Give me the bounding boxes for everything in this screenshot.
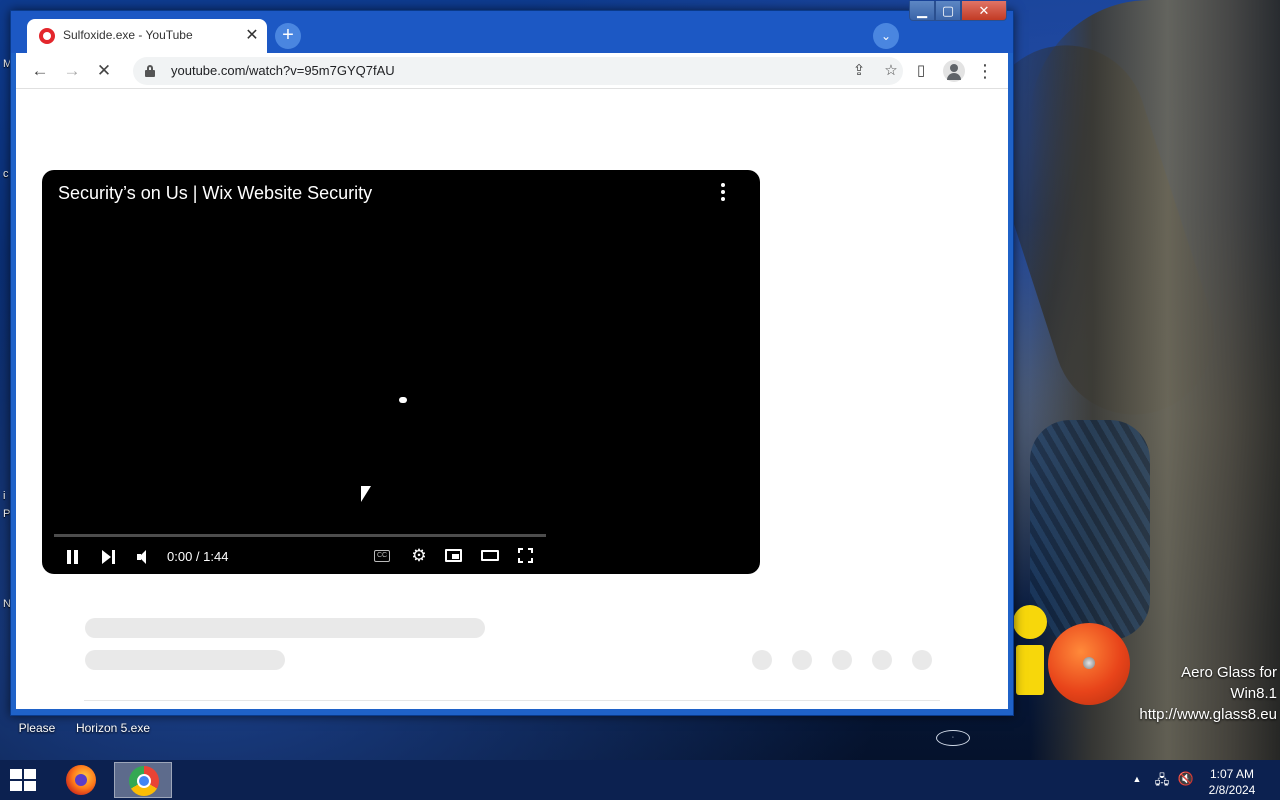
aero-glass-logo bbox=[1013, 605, 1133, 715]
back-button[interactable]: ← bbox=[28, 59, 52, 83]
action-placeholder bbox=[792, 650, 812, 670]
start-button[interactable] bbox=[10, 769, 38, 793]
browser-window: Sulfoxide.exe - YouTube ✕ + ⌄ ▁ ▢ ✕ ← → … bbox=[10, 1, 1014, 716]
theater-mode-icon[interactable] bbox=[481, 550, 499, 561]
minimize-button[interactable]: ▁ bbox=[909, 1, 935, 21]
more-options-icon[interactable] bbox=[712, 182, 734, 204]
address-bar[interactable]: youtube.com/watch?v=95m7GYQ7fAU ⇪ ☆ bbox=[133, 57, 903, 85]
clock-date: 2/8/2024 bbox=[1208, 783, 1256, 797]
stop-loading-button[interactable]: ✕ bbox=[92, 59, 116, 83]
content-divider bbox=[84, 700, 940, 701]
channel-placeholder bbox=[85, 650, 285, 670]
system-clock[interactable]: 1:07 AM 2/8/2024 bbox=[1196, 766, 1268, 798]
network-icon[interactable]: 🖧 bbox=[1153, 771, 1171, 793]
title-placeholder bbox=[85, 618, 485, 638]
desktop-icon-please[interactable]: Please bbox=[8, 721, 66, 735]
youtube-icon bbox=[39, 28, 55, 44]
close-window-button[interactable]: ✕ bbox=[961, 1, 1007, 21]
tab-youtube[interactable]: Sulfoxide.exe - YouTube ✕ bbox=[27, 19, 267, 53]
desktop-icon-label: Horizon 5.exe bbox=[75, 721, 151, 735]
show-hidden-icons-icon[interactable]: ▲ bbox=[1128, 774, 1146, 784]
miniplayer-icon[interactable] bbox=[445, 549, 462, 562]
bluesky-logo: ◦ bbox=[936, 730, 970, 746]
taskbar-firefox[interactable] bbox=[52, 762, 110, 798]
time-display: 0:00 / 1:44 bbox=[167, 549, 229, 564]
tab-strip: Sulfoxide.exe - YouTube ✕ + ⌄ ▁ ▢ ✕ bbox=[11, 1, 1013, 53]
tab-title: Sulfoxide.exe - YouTube bbox=[63, 28, 193, 42]
url-text[interactable]: youtube.com/watch?v=95m7GYQ7fAU bbox=[171, 63, 395, 78]
watermark-line: Aero Glass for Win8.1 bbox=[1181, 664, 1277, 702]
share-icon[interactable]: ⇪ bbox=[848, 60, 870, 82]
progress-bar[interactable] bbox=[54, 534, 546, 537]
pause-icon[interactable] bbox=[66, 550, 80, 564]
desktop-icon-label-fragment: i bbox=[3, 490, 6, 502]
chrome-icon bbox=[129, 766, 159, 796]
desktop-icon-horizon[interactable]: Horizon 5.exe bbox=[70, 721, 156, 735]
aero-glass-watermark: Aero Glass for Win8.1 http://www.glass8.… bbox=[1131, 662, 1277, 725]
next-video-icon[interactable] bbox=[102, 550, 116, 564]
browser-menu-icon[interactable]: ⋮ bbox=[973, 59, 997, 83]
action-placeholder bbox=[752, 650, 772, 670]
desktop-icon-label-fragment: c bbox=[3, 168, 9, 180]
taskbar-chrome[interactable] bbox=[114, 762, 172, 798]
forward-button[interactable]: → bbox=[60, 59, 84, 83]
lock-icon[interactable] bbox=[145, 65, 155, 77]
firefox-icon bbox=[66, 765, 96, 795]
desktop-icon-label: Please bbox=[18, 721, 56, 735]
watermark-url: http://www.glass8.eu bbox=[1139, 706, 1277, 723]
taskbar: ▲ 🖧 🔇 1:07 AM 2/8/2024 bbox=[0, 760, 1280, 800]
video-title[interactable]: Security’s on Us | Wix Website Security bbox=[58, 183, 372, 204]
volume-muted-icon[interactable]: 🔇 bbox=[1177, 771, 1195, 787]
page-content: Security’s on Us | Wix Website Security … bbox=[16, 89, 1008, 709]
video-player[interactable]: Security’s on Us | Wix Website Security … bbox=[42, 170, 760, 574]
action-placeholder bbox=[872, 650, 892, 670]
bookmark-star-icon[interactable]: ☆ bbox=[880, 60, 902, 82]
fullscreen-icon[interactable] bbox=[518, 548, 533, 563]
settings-gear-icon[interactable]: ⚙ bbox=[410, 547, 428, 565]
maximize-button[interactable]: ▢ bbox=[935, 1, 961, 21]
captions-icon[interactable]: CC bbox=[374, 550, 390, 562]
volume-icon[interactable] bbox=[136, 549, 152, 565]
clock-time: 1:07 AM bbox=[1209, 767, 1255, 781]
action-placeholder bbox=[832, 650, 852, 670]
action-placeholder bbox=[912, 650, 932, 670]
loading-spinner-icon bbox=[399, 397, 407, 403]
browser-toolbar: ← → ✕ youtube.com/watch?v=95m7GYQ7fAU ⇪ … bbox=[16, 53, 1008, 89]
close-tab-icon[interactable]: ✕ bbox=[243, 25, 261, 45]
side-panel-icon[interactable]: ▯ bbox=[909, 59, 933, 83]
tab-search-button[interactable]: ⌄ bbox=[873, 23, 899, 49]
profile-avatar[interactable] bbox=[943, 60, 965, 82]
new-tab-button[interactable]: + bbox=[275, 23, 301, 49]
